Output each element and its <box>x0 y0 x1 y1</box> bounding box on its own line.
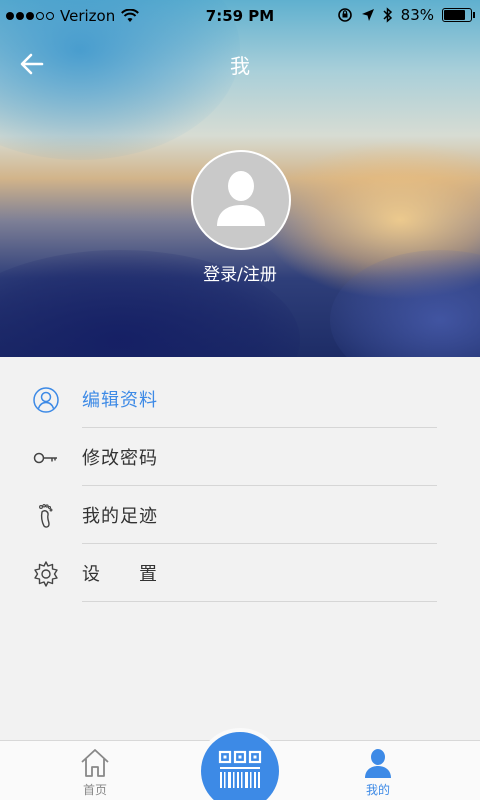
key-icon <box>33 452 57 464</box>
tab-home-label: 首页 <box>82 783 107 797</box>
location-arrow-icon <box>361 9 374 21</box>
home-icon <box>81 749 109 777</box>
tab-mine[interactable]: 我的 <box>338 741 418 800</box>
menu-item-label: 设 置 <box>82 564 158 585</box>
menu-item-label: 编辑资料 <box>82 390 158 411</box>
menu-item-label: 我的足迹 <box>82 506 158 527</box>
footprint-icon <box>39 504 53 528</box>
tab-mine-label: 我的 <box>365 783 390 797</box>
menu-item-edit-profile[interactable]: 编辑资料 <box>0 370 480 428</box>
qr-barcode-icon <box>218 750 262 788</box>
rotation-lock-icon <box>337 8 352 22</box>
battery-icon <box>442 8 475 22</box>
bluetooth-icon <box>383 7 392 23</box>
avatar[interactable] <box>191 150 291 250</box>
tab-home[interactable]: 首页 <box>55 741 135 800</box>
menu-item-label: 修改密码 <box>82 448 158 469</box>
menu-item-change-password[interactable]: 修改密码 <box>0 428 480 486</box>
page-title: 我 <box>230 54 250 78</box>
user-circle-icon <box>33 387 59 413</box>
divider <box>82 601 437 602</box>
menu-item-footprints[interactable]: 我的足迹 <box>0 486 480 544</box>
status-bar: Verizon 7:59 PM 83% <box>0 0 480 34</box>
profile-screen: Verizon 7:59 PM 83% 我 登录/注册 编辑资料 修改密码 我的… <box>0 0 480 800</box>
profile-menu: 编辑资料 修改密码 我的足迹 设 置 <box>0 370 480 602</box>
menu-item-settings[interactable]: 设 置 <box>0 544 480 602</box>
battery-percent: 83% <box>400 6 434 24</box>
gear-icon <box>34 561 58 587</box>
login-register-link[interactable]: 登录/注册 <box>0 260 480 285</box>
user-silhouette-icon <box>217 171 265 226</box>
scan-button[interactable] <box>197 728 283 800</box>
user-icon <box>365 749 391 778</box>
